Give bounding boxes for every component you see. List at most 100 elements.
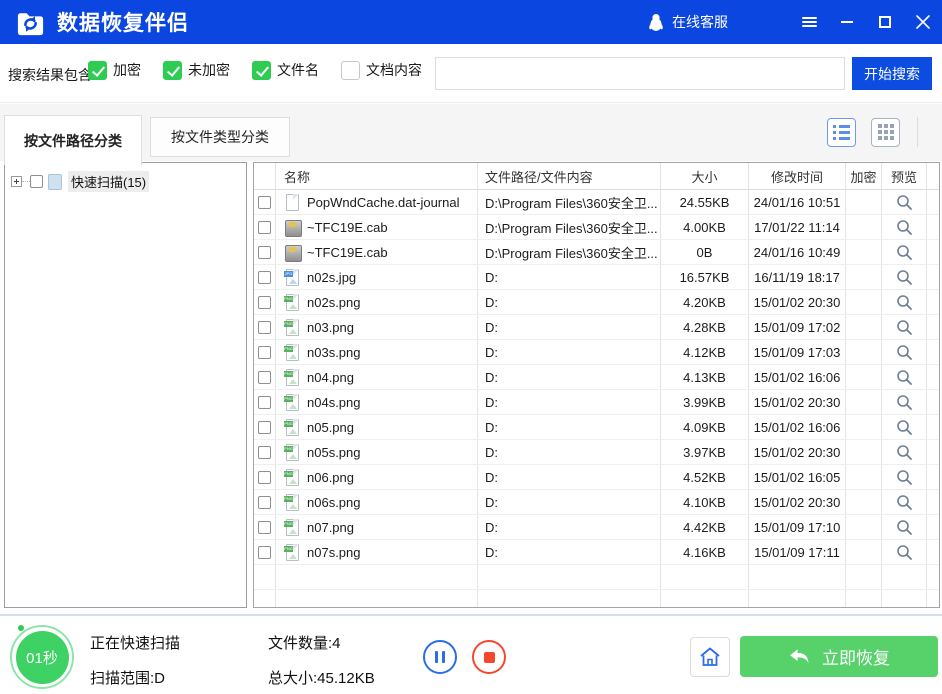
row-checkbox[interactable] bbox=[258, 371, 271, 384]
home-button[interactable] bbox=[690, 637, 730, 677]
row-checkbox[interactable] bbox=[258, 546, 271, 559]
checkbox-icon[interactable] bbox=[252, 61, 271, 80]
app-window: 数据恢复伴侣 在线客服 搜索结果包含: bbox=[0, 0, 942, 694]
file-encrypted-flag bbox=[846, 340, 882, 364]
file-type-icon: PNG bbox=[284, 444, 301, 461]
preview-magnifier-icon[interactable] bbox=[896, 444, 913, 461]
row-checkbox[interactable] bbox=[258, 471, 271, 484]
expand-icon[interactable] bbox=[11, 176, 22, 187]
row-checkbox[interactable] bbox=[258, 446, 271, 459]
preview-magnifier-icon[interactable] bbox=[896, 219, 913, 236]
table-row[interactable]: PopWndCache.dat-journal D:\Program Files… bbox=[254, 190, 939, 215]
header-preview[interactable]: 预览 bbox=[882, 163, 927, 189]
tree-checkbox[interactable] bbox=[30, 175, 43, 188]
preview-magnifier-icon[interactable] bbox=[896, 269, 913, 286]
row-checkbox[interactable] bbox=[258, 271, 271, 284]
row-checkbox[interactable] bbox=[258, 246, 271, 259]
maximize-button[interactable] bbox=[866, 0, 904, 44]
preview-magnifier-icon[interactable] bbox=[896, 544, 913, 561]
table-row[interactable]: PNG n02s.png D: 4.20KB 15/01/02 20:30 bbox=[254, 290, 939, 315]
file-type-icon: PNG bbox=[284, 319, 301, 336]
file-encrypted-flag bbox=[846, 315, 882, 339]
preview-magnifier-icon[interactable] bbox=[896, 394, 913, 411]
row-checkbox[interactable] bbox=[258, 496, 271, 509]
file-count-text: 文件数量:4 bbox=[268, 632, 375, 653]
stop-button[interactable] bbox=[472, 640, 506, 674]
grid-view-button[interactable] bbox=[871, 118, 900, 147]
header-size[interactable]: 大小 bbox=[661, 163, 749, 189]
tab-by-file-type[interactable]: 按文件类型分类 bbox=[150, 117, 290, 157]
file-encrypted-flag bbox=[846, 440, 882, 464]
filter-unencrypted[interactable]: 未加密 bbox=[163, 60, 230, 80]
file-path: D: bbox=[485, 345, 498, 360]
filter-encrypted[interactable]: 加密 bbox=[88, 60, 141, 80]
table-row[interactable]: ~TFC19E.cab D:\Program Files\360安全卫... 0… bbox=[254, 240, 939, 265]
file-size: 3.97KB bbox=[683, 445, 726, 460]
search-input[interactable] bbox=[435, 57, 845, 90]
recover-now-button[interactable]: 立即恢复 bbox=[740, 636, 938, 677]
file-encrypted-flag bbox=[846, 390, 882, 414]
table-row[interactable]: ~TFC19E.cab D:\Program Files\360安全卫... 4… bbox=[254, 215, 939, 240]
tree-node-quick-scan[interactable]: 快速扫描(15) bbox=[11, 171, 246, 192]
menu-button[interactable] bbox=[790, 0, 828, 44]
table-row[interactable]: PNG n03s.png D: 4.12KB 15/01/09 17:03 bbox=[254, 340, 939, 365]
table-row[interactable]: PNG n07s.png D: 4.16KB 15/01/09 17:11 bbox=[254, 540, 939, 565]
table-row[interactable]: PNG n06s.png D: 4.10KB 15/01/02 20:30 bbox=[254, 490, 939, 515]
table-row[interactable]: PNG n05.png D: 4.09KB 15/01/02 16:06 bbox=[254, 415, 939, 440]
row-checkbox[interactable] bbox=[258, 221, 271, 234]
file-encrypted-flag bbox=[846, 490, 882, 514]
file-modified-time: 16/11/19 18:17 bbox=[754, 270, 840, 285]
preview-magnifier-icon[interactable] bbox=[896, 244, 913, 261]
file-size: 4.52KB bbox=[683, 470, 726, 485]
table-row[interactable]: PNG n05s.png D: 3.97KB 15/01/02 20:30 bbox=[254, 440, 939, 465]
row-checkbox[interactable] bbox=[258, 346, 271, 359]
header-path[interactable]: 文件路径/文件内容 bbox=[478, 163, 661, 189]
row-checkbox[interactable] bbox=[258, 321, 271, 334]
file-size: 4.12KB bbox=[683, 345, 726, 360]
file-type-icon: JPG bbox=[284, 269, 301, 286]
row-checkbox[interactable] bbox=[258, 296, 271, 309]
checkbox-icon[interactable] bbox=[341, 61, 360, 80]
preview-magnifier-icon[interactable] bbox=[896, 369, 913, 386]
file-size: 4.09KB bbox=[683, 420, 726, 435]
checkbox-icon[interactable] bbox=[88, 61, 107, 80]
row-checkbox[interactable] bbox=[258, 396, 271, 409]
table-row[interactable]: PNG n03.png D: 4.28KB 15/01/09 17:02 bbox=[254, 315, 939, 340]
filter-doc-content[interactable]: 文档内容 bbox=[341, 60, 422, 80]
file-modified-time: 15/01/02 20:30 bbox=[754, 445, 841, 460]
row-checkbox[interactable] bbox=[258, 196, 271, 209]
header-modified[interactable]: 修改时间 bbox=[749, 163, 846, 189]
online-service-button[interactable]: 在线客服 bbox=[648, 12, 728, 32]
file-size: 4.28KB bbox=[683, 320, 726, 335]
close-button[interactable] bbox=[904, 0, 942, 44]
table-row[interactable]: PNG n04s.png D: 3.99KB 15/01/02 20:30 bbox=[254, 390, 939, 415]
row-checkbox[interactable] bbox=[258, 421, 271, 434]
header-encrypted[interactable]: 加密 bbox=[846, 163, 882, 189]
maximize-icon bbox=[879, 16, 891, 28]
preview-magnifier-icon[interactable] bbox=[896, 194, 913, 211]
tree-node-label[interactable]: 快速扫描(15) bbox=[68, 171, 149, 192]
preview-magnifier-icon[interactable] bbox=[896, 319, 913, 336]
minimize-button[interactable] bbox=[828, 0, 866, 44]
preview-magnifier-icon[interactable] bbox=[896, 494, 913, 511]
list-view-button[interactable] bbox=[827, 118, 856, 147]
preview-magnifier-icon[interactable] bbox=[896, 294, 913, 311]
table-header: 名称 文件路径/文件内容 大小 修改时间 加密 预览 bbox=[254, 163, 939, 190]
preview-magnifier-icon[interactable] bbox=[896, 469, 913, 486]
table-row[interactable]: JPG n02s.jpg D: 16.57KB 16/11/19 18:17 bbox=[254, 265, 939, 290]
header-name[interactable]: 名称 bbox=[276, 163, 478, 189]
start-search-button[interactable]: 开始搜索 bbox=[852, 57, 932, 90]
preview-magnifier-icon[interactable] bbox=[896, 419, 913, 436]
file-path: D: bbox=[485, 545, 498, 560]
tab-by-file-path[interactable]: 按文件路径分类 bbox=[4, 115, 142, 165]
table-row[interactable]: PNG n04.png D: 4.13KB 15/01/02 16:06 bbox=[254, 365, 939, 390]
preview-magnifier-icon[interactable] bbox=[896, 344, 913, 361]
table-row[interactable]: PNG n07.png D: 4.42KB 15/01/09 17:10 bbox=[254, 515, 939, 540]
row-checkbox[interactable] bbox=[258, 521, 271, 534]
pause-button[interactable] bbox=[423, 640, 457, 674]
preview-magnifier-icon[interactable] bbox=[896, 519, 913, 536]
table-row[interactable]: PNG n06.png D: 4.52KB 15/01/02 16:05 bbox=[254, 465, 939, 490]
filter-filename[interactable]: 文件名 bbox=[252, 60, 319, 80]
checkbox-icon[interactable] bbox=[163, 61, 182, 80]
file-encrypted-flag bbox=[846, 515, 882, 539]
